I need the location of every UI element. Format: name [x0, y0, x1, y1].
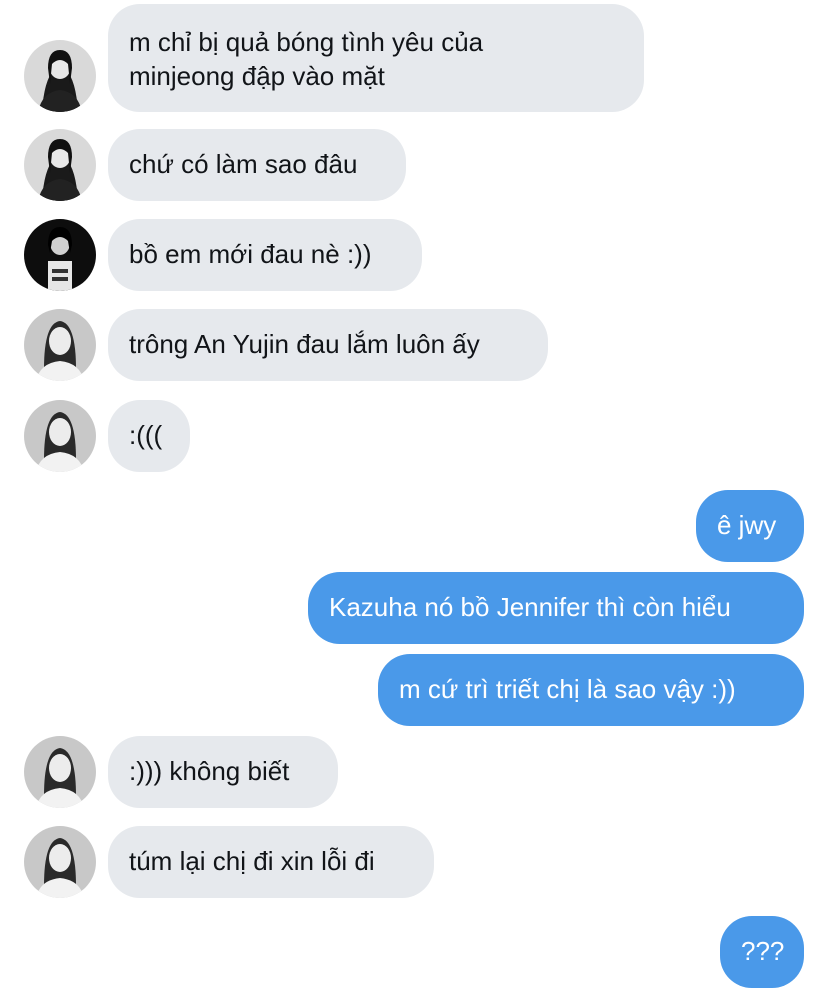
avatar-smiling-girl[interactable]	[24, 309, 96, 381]
avatar-smiling-girl[interactable]	[24, 400, 96, 472]
message-bubble[interactable]: bồ em mới đau nè :))	[108, 219, 422, 291]
message-row-incoming: trông An Yujin đau lắm luôn ấy	[0, 309, 828, 381]
message-bubble[interactable]: :(((	[108, 400, 190, 472]
message-bubble[interactable]: ê jwy	[696, 490, 804, 562]
message-text: bồ em mới đau nè :))	[129, 239, 372, 269]
message-text: ê jwy	[717, 510, 777, 540]
avatar-photo-icon	[24, 129, 96, 201]
avatar-dark-hair-girl-1[interactable]	[24, 129, 96, 201]
message-row-incoming: :(((	[0, 400, 828, 472]
avatar-smiling-girl[interactable]	[24, 736, 96, 808]
avatar-photo-icon	[24, 40, 96, 112]
avatar-dark-hair-girl-2[interactable]	[24, 219, 96, 291]
message-text: túm lại chị đi xin lỗi đi	[129, 846, 375, 876]
message-text-line: minjeong đập vào mặt	[129, 61, 385, 91]
avatar-photo-icon	[24, 219, 96, 291]
avatar-dark-hair-girl-1[interactable]	[24, 40, 96, 112]
avatar-photo-icon	[24, 826, 96, 898]
message-row-incoming: túm lại chị đi xin lỗi đi	[0, 826, 828, 898]
avatar-photo-icon	[24, 400, 96, 472]
message-row-incoming: bồ em mới đau nè :))	[0, 219, 828, 291]
message-bubble[interactable]: ???	[720, 916, 804, 988]
message-text: Kazuha nó bồ Jennifer thì còn hiểu	[329, 592, 731, 622]
message-bubble[interactable]: :))) không biết	[108, 736, 338, 808]
message-text-line: m chỉ bị quả bóng tình yêu của	[129, 27, 484, 57]
message-row-incoming: m chỉ bị quả bóng tình yêu của minjeong …	[0, 4, 828, 112]
chat-thread: m chỉ bị quả bóng tình yêu của minjeong …	[0, 0, 828, 991]
message-text: trông An Yujin đau lắm luôn ấy	[129, 329, 480, 359]
message-bubble[interactable]: m cứ trì triết chị là sao vậy :))	[378, 654, 804, 726]
avatar-photo-icon	[24, 736, 96, 808]
avatar-photo-icon	[24, 309, 96, 381]
message-bubble[interactable]: m chỉ bị quả bóng tình yêu của minjeong …	[108, 4, 644, 112]
message-text: :(((	[129, 420, 163, 450]
message-bubble[interactable]: túm lại chị đi xin lỗi đi	[108, 826, 434, 898]
message-text: ???	[741, 936, 785, 966]
message-text: m cứ trì triết chị là sao vậy :))	[399, 674, 736, 704]
message-row-incoming: :))) không biết	[0, 736, 828, 808]
message-bubble[interactable]: chứ có làm sao đâu	[108, 129, 406, 201]
message-row-outgoing: ê jwy	[0, 490, 828, 562]
message-row-outgoing: ???	[0, 916, 828, 988]
avatar-smiling-girl[interactable]	[24, 826, 96, 898]
message-bubble[interactable]: trông An Yujin đau lắm luôn ấy	[108, 309, 548, 381]
message-text: chứ có làm sao đâu	[129, 149, 358, 179]
message-row-incoming: chứ có làm sao đâu	[0, 129, 828, 201]
message-text: :))) không biết	[129, 756, 290, 786]
message-bubble[interactable]: Kazuha nó bồ Jennifer thì còn hiểu	[308, 572, 804, 644]
message-row-outgoing: Kazuha nó bồ Jennifer thì còn hiểu	[0, 572, 828, 644]
message-row-outgoing: m cứ trì triết chị là sao vậy :))	[0, 654, 828, 726]
